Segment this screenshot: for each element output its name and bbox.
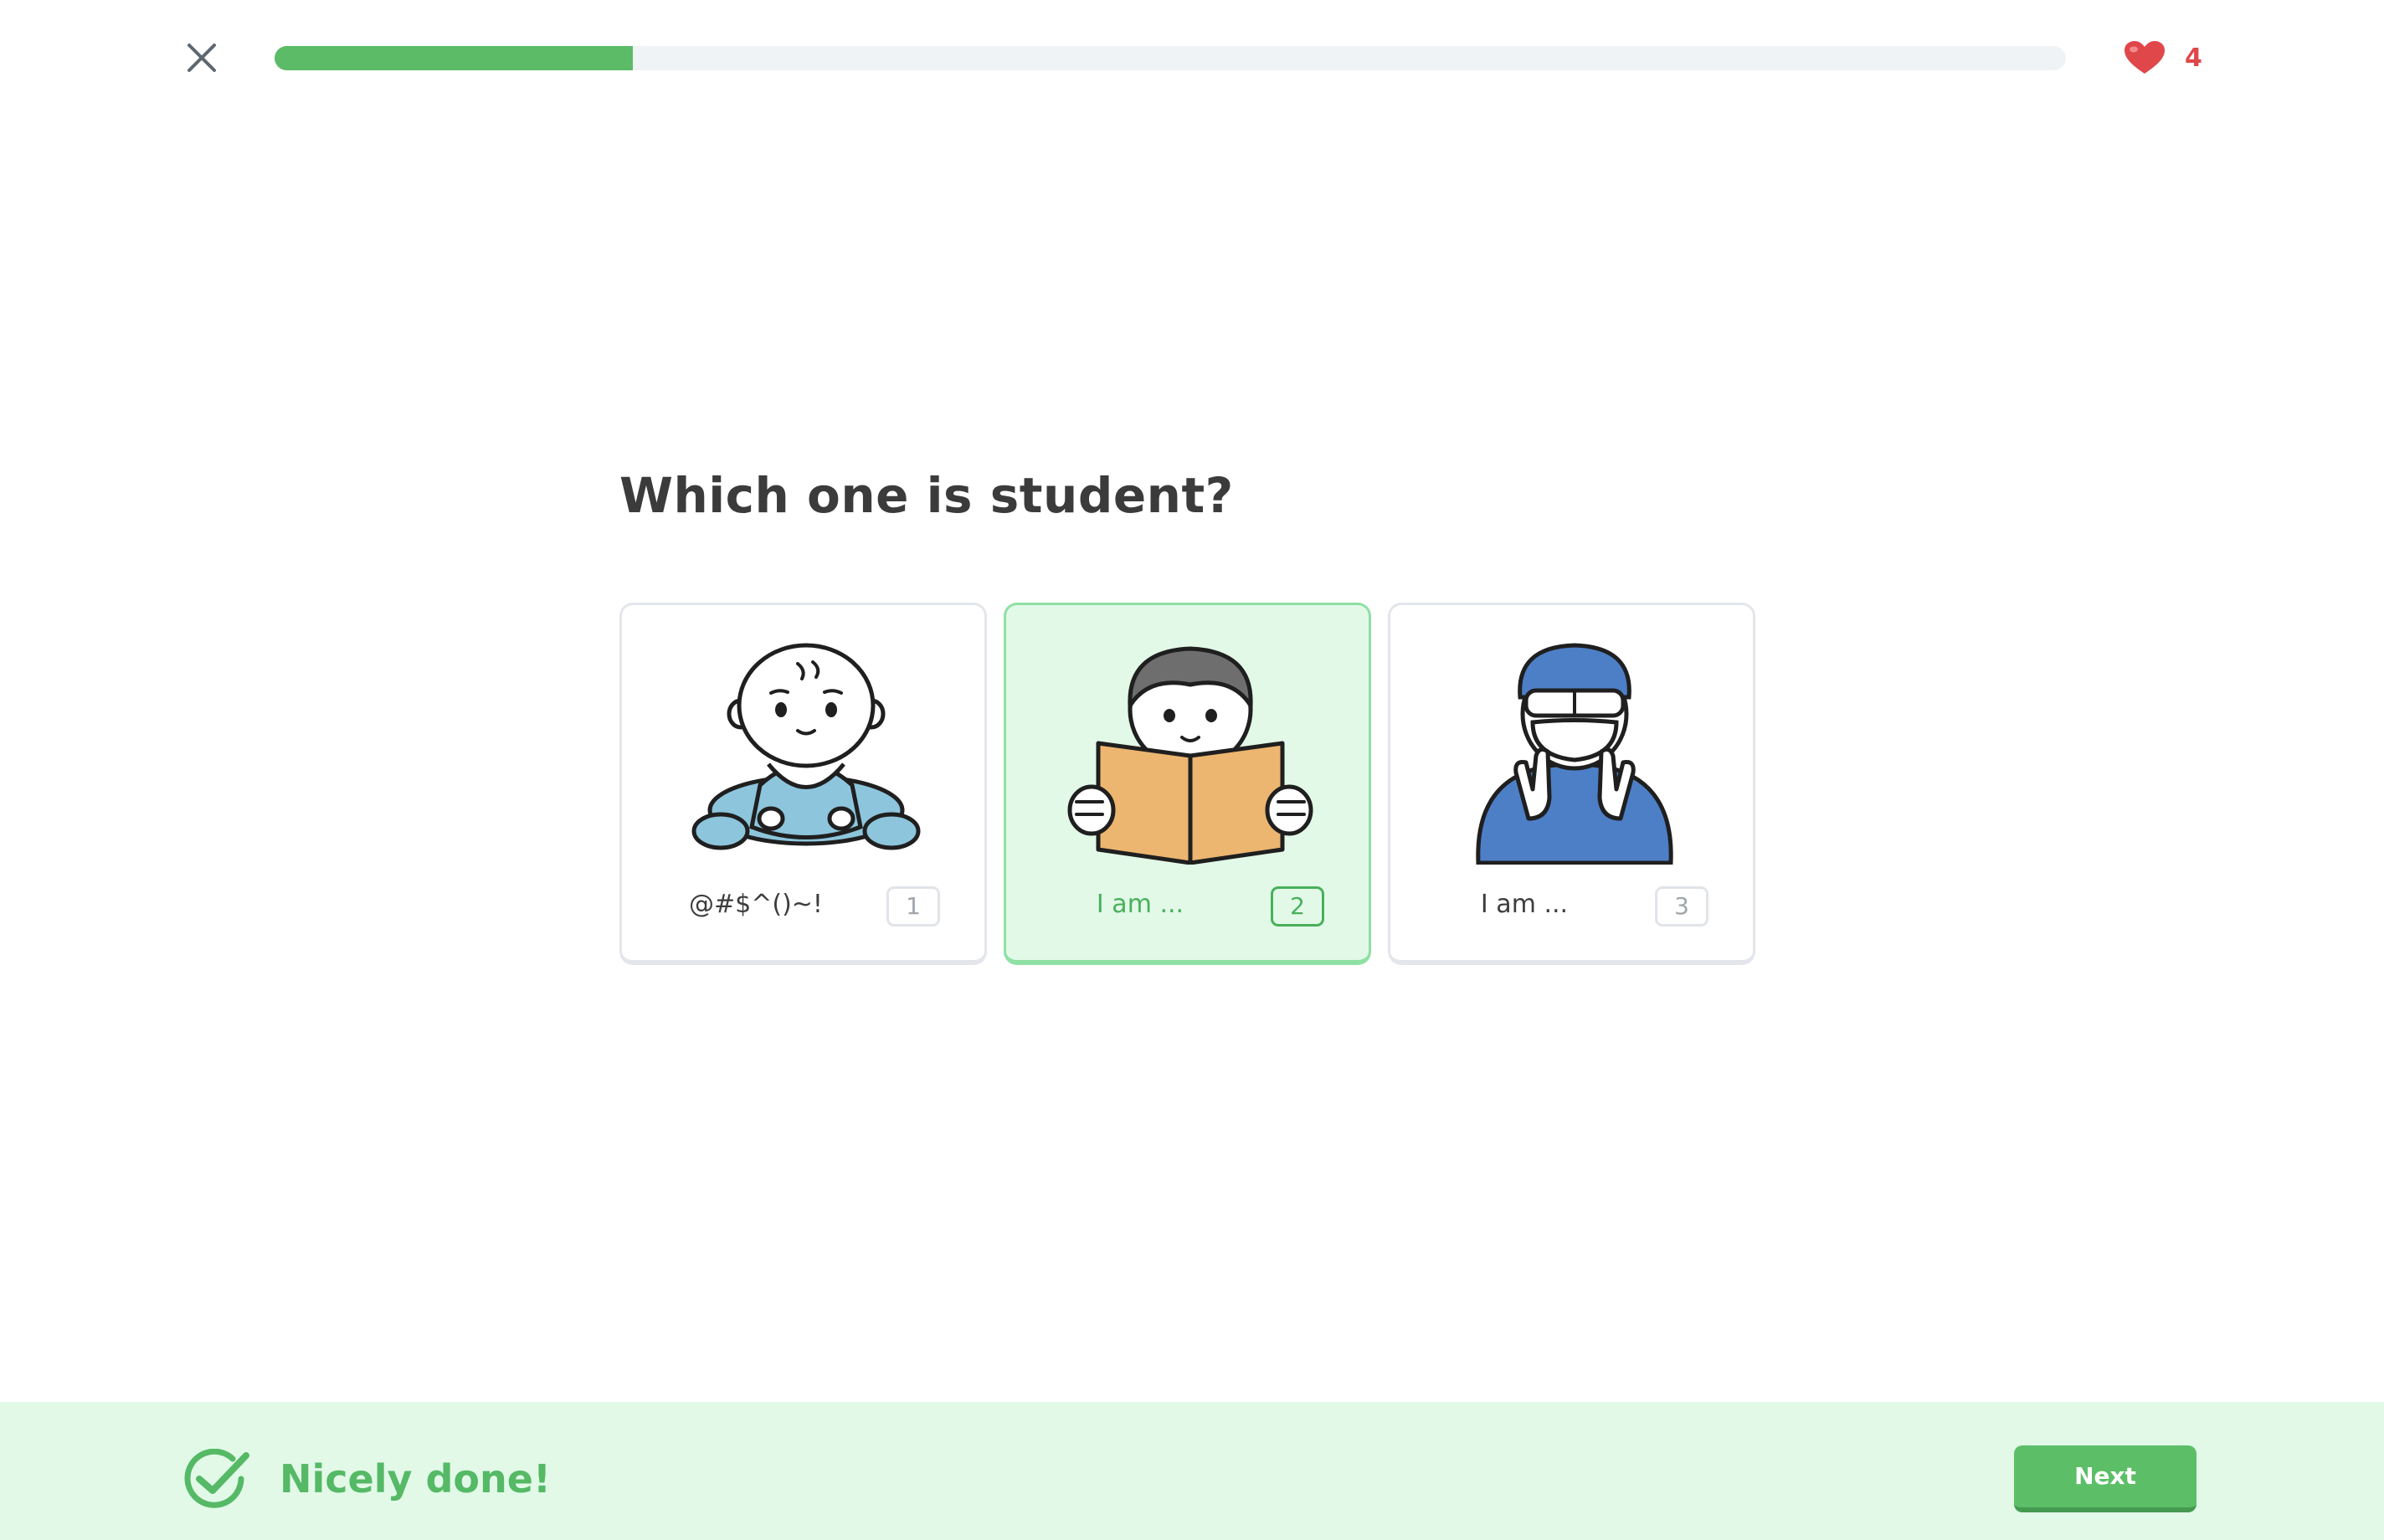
student-reading-illustration (1067, 646, 1313, 865)
baby-illustration (691, 643, 921, 850)
next-button[interactable]: Next (2014, 1445, 2196, 1512)
lesson-progress-bar (275, 46, 2066, 70)
question-title: Which one is student? (619, 467, 1234, 524)
answer-options: @#$^()~! 1 I am ... 2 I am ... 3 (619, 603, 1755, 965)
option-number-badge: 1 (886, 886, 940, 927)
feedback-footer: Nicely done! Next (0, 1402, 2384, 1540)
heart-icon (2125, 41, 2165, 74)
progress-fill (275, 46, 633, 70)
close-button[interactable] (181, 40, 223, 75)
feedback-message: Nicely done! (280, 1456, 551, 1502)
option-label: I am ... (1096, 890, 1184, 919)
option-card-3[interactable]: I am ... 3 (1388, 603, 1755, 965)
option-card-2[interactable]: I am ... 2 (1004, 603, 1371, 965)
option-label: I am ... (1480, 890, 1569, 919)
close-icon (188, 44, 216, 72)
option-number-badge: 2 (1271, 886, 1324, 927)
feedback-result: Nicely done! (181, 1449, 551, 1509)
option-card-1[interactable]: @#$^()~! 1 (619, 603, 987, 965)
hearts-count: 4 (2185, 43, 2202, 73)
check-circle-icon (184, 1449, 249, 1508)
hearts-counter: 4 (2123, 37, 2202, 79)
option-number-badge: 3 (1655, 886, 1708, 927)
option-label: @#$^()~! (689, 890, 823, 919)
worker-in-mask-illustration (1476, 643, 1673, 865)
